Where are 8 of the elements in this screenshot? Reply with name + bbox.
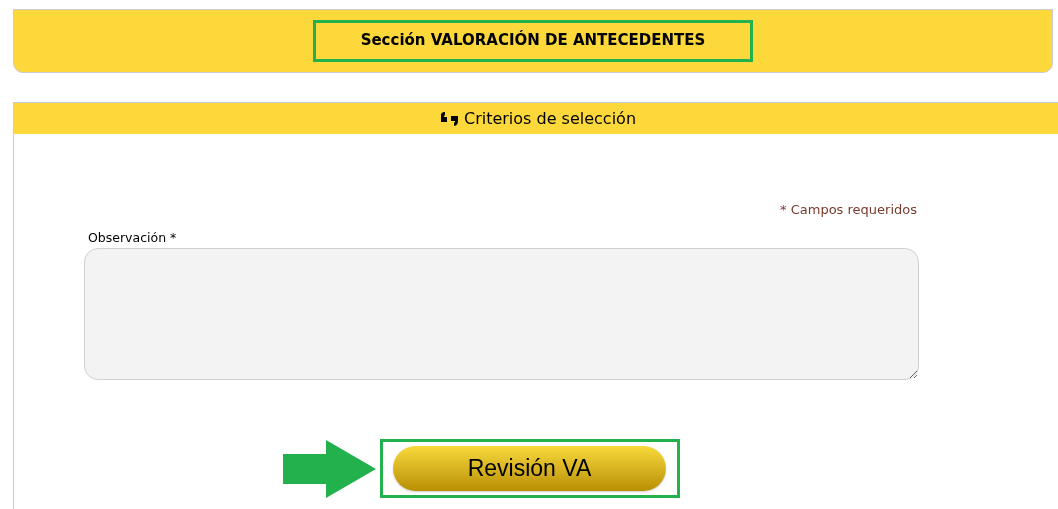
quote-icon bbox=[439, 111, 459, 126]
field-label: Observación * bbox=[88, 229, 177, 247]
panel-title: Criterios de selección bbox=[463, 107, 637, 130]
arrow-icon bbox=[283, 440, 376, 498]
observation-field[interactable] bbox=[84, 248, 919, 380]
required-note: * Campos requeridos bbox=[780, 201, 917, 219]
review-button[interactable]: Revisión VA bbox=[393, 446, 666, 491]
section-title: Sección VALORACIÓN DE ANTECEDENTES bbox=[360, 29, 706, 52]
